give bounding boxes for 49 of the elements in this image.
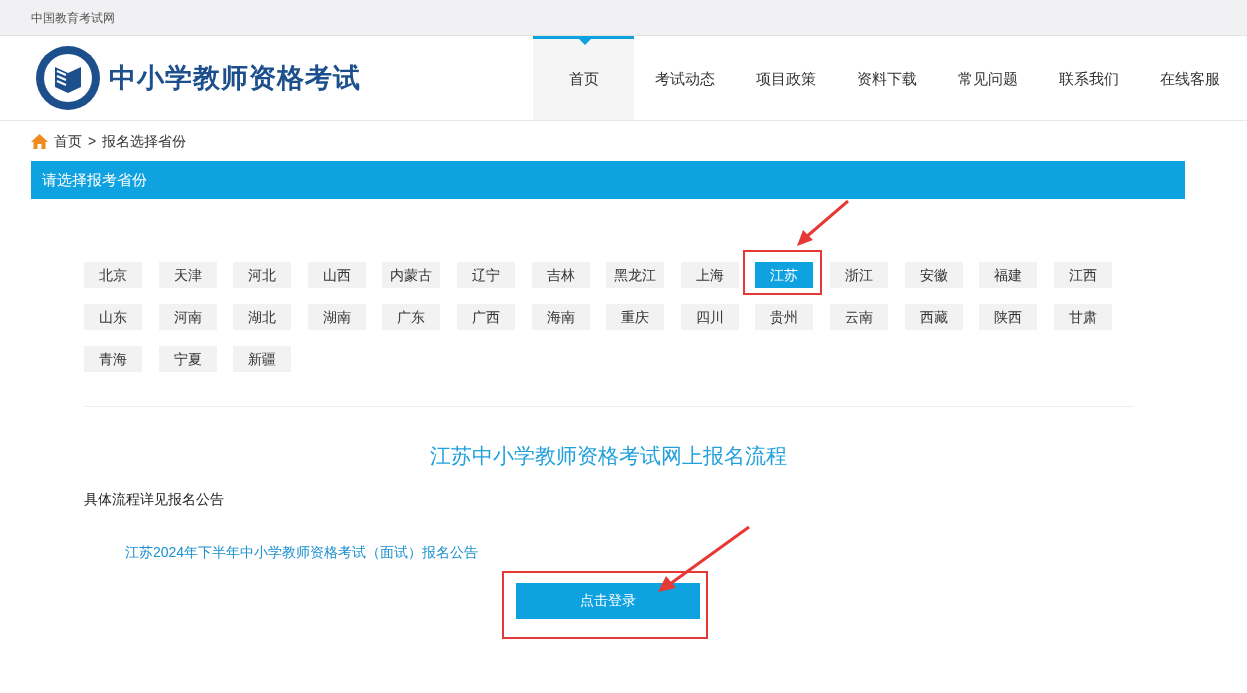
nav-tab[interactable]: 首页 [533, 36, 634, 120]
nav-tab[interactable]: 资料下载 [836, 36, 937, 120]
province-button[interactable]: 北京 [84, 262, 142, 288]
breadcrumb-current: 报名选择省份 [102, 131, 187, 151]
home-icon [31, 133, 48, 149]
process-title: 江苏中小学教师资格考试网上报名流程 [429, 444, 787, 467]
province-button[interactable]: 河南 [158, 304, 217, 330]
breadcrumb-separator: > [88, 131, 97, 151]
province-button[interactable]: 安徽 [904, 262, 963, 288]
province-button[interactable]: 广西 [456, 304, 515, 330]
province-button[interactable]: 湖南 [307, 304, 366, 330]
process-note: 具体流程详见报名公告 [84, 490, 224, 507]
province-button[interactable]: 西藏 [904, 304, 963, 330]
province-button[interactable]: 云南 [829, 304, 888, 330]
province-button[interactable]: 陕西 [979, 304, 1038, 330]
province-button[interactable]: 江西 [1053, 262, 1112, 288]
site-name[interactable]: 中国教育考试网 [31, 8, 115, 27]
province-button[interactable]: 河北 [233, 262, 292, 288]
province-button[interactable]: 山东 [84, 304, 142, 330]
province-button[interactable]: 浙江 [829, 262, 888, 288]
nav-tab[interactable]: 考试动态 [634, 36, 735, 120]
province-button[interactable]: 辽宁 [456, 262, 515, 288]
nav-tab[interactable]: 项目政策 [735, 36, 836, 120]
province-button[interactable]: 重庆 [606, 304, 665, 330]
logo-text: 中小学教师资格考试 [109, 61, 361, 95]
province-button[interactable]: 福建 [979, 262, 1038, 288]
province-button[interactable]: 内蒙古 [382, 262, 441, 288]
province-button[interactable]: 湖北 [233, 304, 292, 330]
nav-tab[interactable]: 在线客服 [1139, 36, 1240, 120]
province-button[interactable]: 贵州 [755, 304, 814, 330]
breadcrumb-link[interactable]: 首页 [54, 130, 82, 152]
province-button[interactable]: 吉林 [531, 262, 590, 288]
nav-tab[interactable]: 常见问题 [937, 36, 1038, 120]
annotation-arrow [795, 200, 849, 248]
province-button[interactable]: 广东 [382, 304, 441, 330]
panel-title: 请选择报考省份 [42, 169, 147, 190]
province-button[interactable]: 天津 [158, 262, 217, 288]
province-button[interactable]: 山西 [307, 262, 366, 288]
logo-emblem-icon [35, 45, 101, 111]
province-button[interactable]: 青海 [84, 346, 142, 372]
province-button[interactable]: 甘肃 [1053, 304, 1112, 330]
province-button[interactable]: 海南 [531, 304, 590, 330]
nav-tab[interactable]: 联系我们 [1038, 36, 1139, 120]
province-button[interactable]: 上海 [680, 262, 739, 288]
province-button[interactable]: 新疆 [233, 346, 292, 372]
province-button[interactable]: 四川 [680, 304, 739, 330]
province-button[interactable]: 宁夏 [158, 346, 217, 372]
announcement-link[interactable]: 江苏2024年下半年中小学教师资格考试（面试）报名公告 [125, 543, 479, 560]
province-button[interactable]: 黑龙江 [606, 262, 665, 288]
